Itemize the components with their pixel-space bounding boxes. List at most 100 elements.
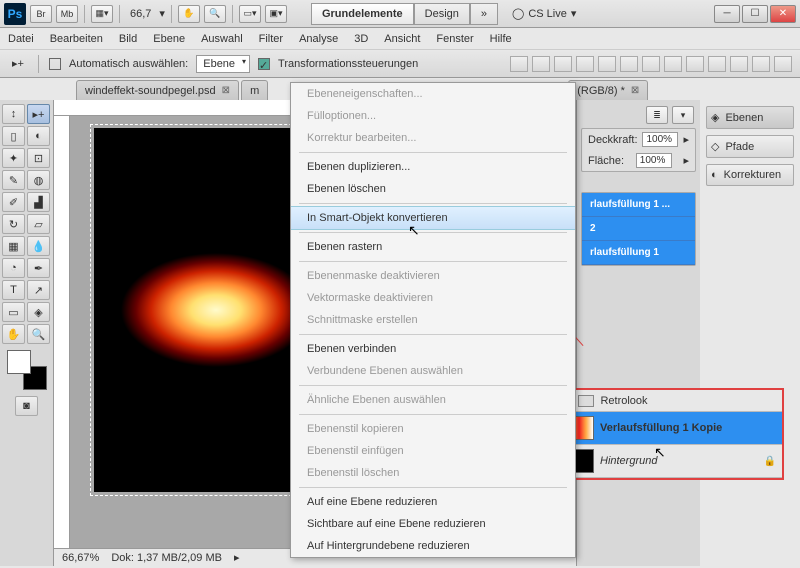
autoselect-checkbox[interactable]	[49, 58, 61, 70]
lasso-tool[interactable]: ◐	[27, 126, 50, 146]
layer-item[interactable]: 2	[582, 217, 695, 241]
hand-tool[interactable]: ✋	[2, 324, 25, 344]
layer-item[interactable]: rlaufsfüllung 1	[582, 241, 695, 265]
move-tool[interactable]: ↕	[2, 104, 25, 124]
stamp-tool[interactable]: ▟	[27, 192, 50, 212]
transform-checkbox[interactable]: ✓	[258, 58, 270, 70]
status-doc-size[interactable]: Dok: 1,37 MB/2,09 MB	[111, 552, 222, 564]
cursor-icon: ↖	[654, 444, 666, 461]
distribute-icon[interactable]	[708, 56, 726, 72]
autoselect-dropdown[interactable]: Ebene	[196, 55, 250, 73]
menu-bild[interactable]: Bild	[119, 33, 137, 45]
close-button[interactable]: ✕	[770, 5, 796, 23]
workspace-more[interactable]: »	[470, 3, 498, 25]
tab-korrekturen[interactable]: ◐Korrekturen	[706, 164, 794, 186]
history-brush-tool[interactable]: ↻	[2, 214, 25, 234]
minimize-button[interactable]: ─	[714, 5, 740, 23]
align-icon[interactable]	[510, 56, 528, 72]
context-menu-item[interactable]: Ebenen löschen	[291, 178, 575, 200]
context-menu-item[interactable]: Ebenen rastern	[291, 236, 575, 258]
workspace-grundelemente[interactable]: Grundelemente	[311, 3, 414, 25]
context-menu-item[interactable]: In Smart-Objekt konvertieren	[291, 206, 575, 230]
document-tab[interactable]: m	[241, 80, 268, 100]
context-menu-item[interactable]: Auf eine Ebene reduzieren	[291, 491, 575, 513]
close-tab-icon[interactable]: ⊠	[631, 85, 639, 96]
layer-name[interactable]: Verlaufsfüllung 1 Kopie	[600, 422, 722, 434]
ruler-vertical[interactable]	[54, 116, 70, 566]
quickmask-tool[interactable]: ◙	[15, 396, 38, 416]
context-menu-item[interactable]: Auf Hintergrundebene reduzieren	[291, 535, 575, 557]
blur-tool[interactable]: 💧	[27, 236, 50, 256]
minibridge-icon[interactable]: Mb	[56, 5, 78, 23]
context-menu-item: Ebenenmaske deaktivieren	[291, 265, 575, 287]
menu-ebene[interactable]: Ebene	[153, 33, 185, 45]
screen-mode-icon[interactable]: ▣▾	[265, 5, 287, 23]
eraser-tool[interactable]: ▱	[27, 214, 50, 234]
layer-item[interactable]: rlaufsfüllung 1 ...	[582, 193, 695, 217]
menu-filter[interactable]: Filter	[259, 33, 283, 45]
marquee-tool[interactable]: ▯	[2, 126, 25, 146]
distribute-icon[interactable]	[642, 56, 660, 72]
adjustments-icon: ◐	[711, 169, 718, 181]
workspace-design[interactable]: Design	[414, 3, 470, 25]
tab-ebenen[interactable]: ◈Ebenen	[706, 106, 794, 129]
document-tab[interactable]: windeffekt-soundpegel.psd⊠	[76, 80, 239, 100]
context-menu-item[interactable]: Ebenen verbinden	[291, 338, 575, 360]
align-icon[interactable]	[532, 56, 550, 72]
lock-icon: 🔒	[764, 456, 776, 467]
move-tool-icon[interactable]: ▸+	[8, 54, 28, 74]
dodge-tool[interactable]: ◔	[2, 258, 25, 278]
menu-analyse[interactable]: Analyse	[299, 33, 338, 45]
panel-collapse-icon[interactable]: ≣	[646, 106, 668, 124]
close-tab-icon[interactable]: ⊠	[222, 85, 230, 96]
pen-tool[interactable]: ✒	[27, 258, 50, 278]
layer-name[interactable]: Retrolook	[600, 395, 647, 407]
maximize-button[interactable]: ☐	[742, 5, 768, 23]
menu-datei[interactable]: Datei	[8, 33, 34, 45]
opacity-input[interactable]: 100%	[642, 132, 678, 147]
menu-ansicht[interactable]: Ansicht	[384, 33, 420, 45]
view-extras-icon[interactable]: ▦▾	[91, 5, 113, 23]
gradient-tool[interactable]: ▦	[2, 236, 25, 256]
heal-tool[interactable]: ◍	[27, 170, 50, 190]
document-tab[interactable]: (RGB/8) *⊠	[568, 80, 648, 100]
move-tool-selected[interactable]: ▸+	[27, 104, 50, 124]
crop-tool[interactable]: ⊡	[27, 148, 50, 168]
auto-align-icon[interactable]	[774, 56, 792, 72]
align-icon[interactable]	[576, 56, 594, 72]
zoom-icon[interactable]: 🔍	[204, 5, 226, 23]
status-zoom[interactable]: 66,67%	[62, 552, 99, 564]
color-swatches[interactable]	[7, 350, 47, 390]
type-tool[interactable]: T	[2, 280, 25, 300]
context-menu-item[interactable]: Sichtbare auf eine Ebene reduzieren	[291, 513, 575, 535]
menu-hilfe[interactable]: Hilfe	[490, 33, 512, 45]
panel-menu-icon[interactable]: ▾	[672, 106, 694, 124]
align-icon[interactable]	[598, 56, 616, 72]
shape-tool[interactable]: ▭	[2, 302, 25, 322]
align-icon[interactable]	[620, 56, 638, 72]
tab-pfade[interactable]: ◇Pfade	[706, 135, 794, 158]
bridge-icon[interactable]: Br	[30, 5, 52, 23]
layer-name[interactable]: Hintergrund	[600, 455, 657, 467]
distribute-icon[interactable]	[664, 56, 682, 72]
menu-auswahl[interactable]: Auswahl	[201, 33, 243, 45]
distribute-icon[interactable]	[730, 56, 748, 72]
arrange-icon[interactable]: ▭▾	[239, 5, 261, 23]
align-icon[interactable]	[554, 56, 572, 72]
eyedropper-tool[interactable]: ✎	[2, 170, 25, 190]
3d-tool[interactable]: ◈	[27, 302, 50, 322]
path-tool[interactable]: ↗	[27, 280, 50, 300]
fill-input[interactable]: 100%	[636, 153, 672, 168]
hand-icon[interactable]: ✋	[178, 5, 200, 23]
menu-fenster[interactable]: Fenster	[436, 33, 473, 45]
wand-tool[interactable]: ✦	[2, 148, 25, 168]
distribute-icon[interactable]	[686, 56, 704, 72]
zoom-tool[interactable]: 🔍	[27, 324, 50, 344]
menu-3d[interactable]: 3D	[354, 33, 368, 45]
cslive-button[interactable]: ◯ CS Live▾	[512, 7, 576, 20]
context-menu-item[interactable]: Ebenen duplizieren...	[291, 156, 575, 178]
distribute-icon[interactable]	[752, 56, 770, 72]
zoom-value[interactable]: 66,7	[130, 8, 151, 20]
menu-bearbeiten[interactable]: Bearbeiten	[50, 33, 103, 45]
brush-tool[interactable]: ✐	[2, 192, 25, 212]
